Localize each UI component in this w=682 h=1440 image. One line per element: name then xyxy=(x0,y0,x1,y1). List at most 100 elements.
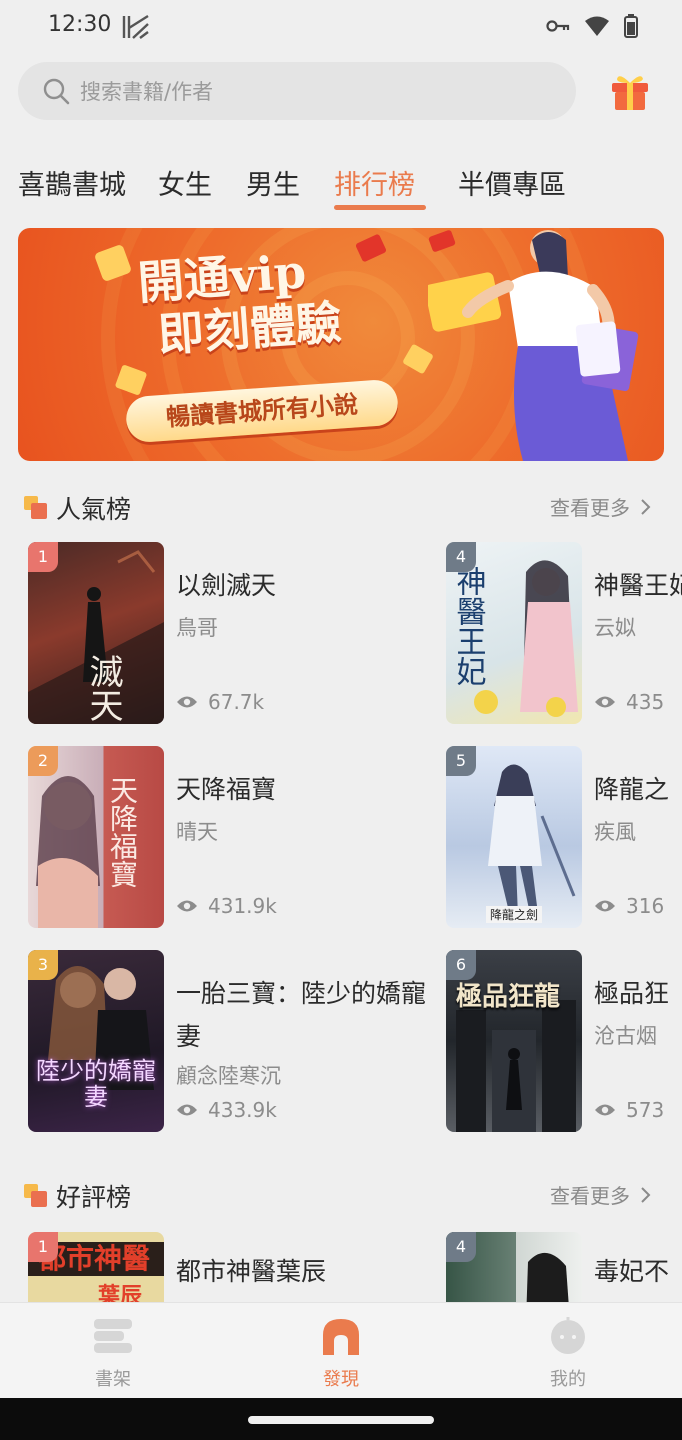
profile-icon xyxy=(551,1317,585,1354)
eye-icon xyxy=(595,1104,615,1116)
view-more-link[interactable]: 查看更多 xyxy=(550,492,652,521)
section-title: 好評榜 xyxy=(56,1183,132,1212)
tab-male[interactable]: 男生 xyxy=(246,163,300,202)
battery-icon xyxy=(624,14,638,38)
cover-title: 降龍之劍 xyxy=(486,906,543,923)
book-item[interactable]: 陸少的嬌寵妻 3 一胎三寶：陸少的嬌寵妻 顧念陸寒沉 433.9k xyxy=(28,950,448,1134)
category-tabs: 喜鵲書城 女生 男生 排行榜 半價專區 xyxy=(0,155,682,215)
search-bar[interactable] xyxy=(18,62,576,120)
search-icon xyxy=(43,78,70,105)
status-time: 12:30 xyxy=(48,12,112,37)
bookshelf-icon xyxy=(94,1319,132,1353)
rank-badge: 1 xyxy=(28,542,58,572)
cover-title: 陸少的嬌寵妻 xyxy=(36,1057,156,1112)
nav-label: 發現 xyxy=(323,1369,359,1390)
view-more-label: 查看更多 xyxy=(550,496,630,520)
nav-label: 書架 xyxy=(95,1369,131,1390)
book-title: 神醫王妃 xyxy=(594,571,682,600)
gift-icon[interactable] xyxy=(609,70,651,112)
section-title: 人氣榜 xyxy=(56,495,132,524)
search-input[interactable] xyxy=(78,72,552,112)
book-author: 沧古烟 xyxy=(594,1024,657,1048)
rank-badge: 2 xyxy=(28,746,58,776)
view-more-label: 查看更多 xyxy=(550,1184,630,1208)
book-views: 433.9k xyxy=(176,1098,277,1122)
tab-home[interactable]: 喜鵲書城 xyxy=(18,163,126,202)
book-cover: 天降福寶 2 xyxy=(28,746,164,928)
book-cover: 4 xyxy=(446,1232,582,1302)
rank-badge: 4 xyxy=(446,542,476,572)
book-title: 降龍之 xyxy=(594,775,670,804)
views-count: 431.9k xyxy=(208,894,277,918)
rank-badge: 4 xyxy=(446,1232,476,1262)
book-item[interactable]: 神醫王妃 4 神醫王妃 云姒 435 xyxy=(446,542,682,726)
views-count: 433.9k xyxy=(208,1098,277,1122)
nav-bookshelf[interactable]: 書架 xyxy=(53,1317,173,1391)
book-cover: 神醫王妃 4 xyxy=(446,542,582,724)
rank-badge: 1 xyxy=(28,1232,58,1262)
book-title: 極品狂 xyxy=(594,979,670,1008)
active-tab-indicator xyxy=(334,205,426,210)
section-marker-icon xyxy=(24,496,47,519)
book-views: 431.9k xyxy=(176,894,277,918)
book-item[interactable]: 天降福寶 2 天降福寶 晴天 431.9k xyxy=(28,746,448,930)
book-views: 67.7k xyxy=(176,690,264,714)
cover-title: 滅天 xyxy=(83,654,123,722)
banner-character-illustration xyxy=(428,230,639,461)
book-item[interactable]: 都市神醫 葉辰 1 都市神醫葉辰 xyxy=(28,1232,448,1302)
vpn-key-icon xyxy=(546,20,570,32)
book-title: 都市神醫葉辰 xyxy=(176,1257,327,1286)
cover-subtitle: 葉辰 xyxy=(98,1283,143,1302)
bottom-navigation: 書架 發現 我的 xyxy=(0,1302,682,1399)
book-title: 以劍滅天 xyxy=(176,571,277,600)
book-author: 顧念陸寒沉 xyxy=(176,1064,281,1088)
tab-ranking[interactable]: 排行榜 xyxy=(334,163,415,202)
book-author: 云姒 xyxy=(594,616,636,640)
app-notification-icon xyxy=(122,14,149,39)
book-item[interactable]: 滅天 1 以劍滅天 鳥哥 67.7k xyxy=(28,542,448,726)
eye-icon xyxy=(177,900,197,912)
book-author: 疾風 xyxy=(594,820,636,844)
view-more-link[interactable]: 查看更多 xyxy=(550,1180,652,1209)
rating-list-viewport: 都市神醫 葉辰 1 都市神醫葉辰 4 毒妃不 xyxy=(0,1230,682,1302)
right-column: 4 毒妃不 xyxy=(446,1232,682,1302)
section-marker-icon xyxy=(24,1184,47,1207)
chevron-right-icon xyxy=(641,498,651,515)
cover-title: 極品狂龍 xyxy=(456,982,561,1012)
book-title: 天降福寶 xyxy=(176,775,277,804)
book-cover: 滅天 1 xyxy=(28,542,164,724)
views-count: 435 xyxy=(626,690,665,714)
status-bar: 12:30 xyxy=(0,0,682,54)
book-author: 晴天 xyxy=(176,820,218,844)
book-views: 316 xyxy=(594,894,664,918)
views-count: 316 xyxy=(626,894,665,918)
tab-female[interactable]: 女生 xyxy=(158,163,212,202)
book-item[interactable]: 極品狂龍 6 極品狂 沧古烟 573 xyxy=(446,950,682,1132)
eye-icon xyxy=(177,696,197,708)
nav-label: 我的 xyxy=(550,1369,586,1390)
tab-half-price[interactable]: 半價專區 xyxy=(458,163,566,202)
home-gesture-handle[interactable] xyxy=(248,1416,434,1424)
vip-banner[interactable]: 開通vip 即刻體驗 暢讀書城所有小說 xyxy=(18,228,664,461)
popular-ranking-header: 人氣榜 查看更多 xyxy=(0,488,682,532)
book-author: 鳥哥 xyxy=(176,616,218,640)
book-views: 573 xyxy=(594,1098,664,1122)
discover-icon xyxy=(323,1319,359,1355)
banner-line-2: 即刻體驗 xyxy=(156,294,344,362)
book-cover: 極品狂龍 6 xyxy=(446,950,582,1132)
chevron-right-icon xyxy=(641,1186,651,1203)
right-column: 神醫王妃 4 神醫王妃 云姒 435 降龍之劍 5 降龍之 疾風 316 極品狂… xyxy=(446,542,682,1132)
nav-profile[interactable]: 我的 xyxy=(508,1317,628,1391)
book-item[interactable]: 4 毒妃不 xyxy=(446,1232,682,1302)
cover-title: 神醫王妃 xyxy=(450,566,486,686)
rank-badge: 6 xyxy=(446,950,476,980)
book-title: 毒妃不 xyxy=(594,1257,670,1286)
rank-badge: 5 xyxy=(446,746,476,776)
book-item[interactable]: 降龍之劍 5 降龍之 疾風 316 xyxy=(446,746,682,930)
eye-icon xyxy=(595,696,615,708)
eye-icon xyxy=(177,1104,197,1116)
cover-title: 天降福寶 xyxy=(106,776,139,888)
book-views: 435 xyxy=(594,690,664,714)
nav-discover[interactable]: 發現 xyxy=(281,1317,401,1391)
views-count: 67.7k xyxy=(208,690,265,714)
